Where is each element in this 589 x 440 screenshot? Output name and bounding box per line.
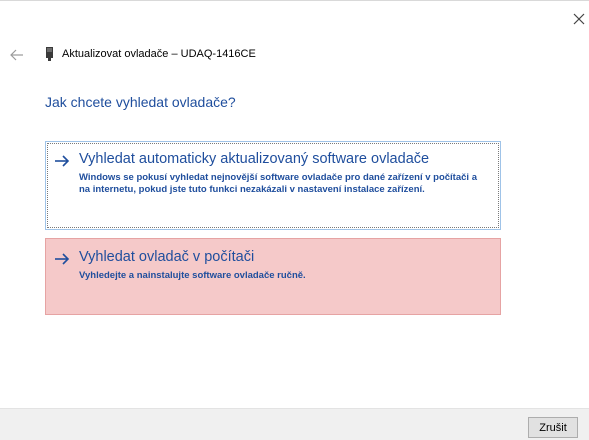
search-automatically-option[interactable]: Vyhledat automaticky aktualizovaný softw… bbox=[45, 141, 501, 230]
arrow-right-icon bbox=[54, 252, 70, 265]
window-title: Aktualizovat ovladače – UDAQ-1416CE bbox=[62, 48, 256, 60]
dialog-footer: Zrušit bbox=[0, 408, 589, 440]
arrow-right-icon bbox=[54, 154, 70, 167]
close-icon[interactable] bbox=[572, 12, 586, 26]
device-icon bbox=[46, 47, 53, 61]
option-title: Vyhledat automaticky aktualizovaný softw… bbox=[79, 151, 430, 167]
option-title: Vyhledat ovladač v počítači bbox=[79, 249, 255, 265]
back-arrow-icon[interactable] bbox=[10, 48, 24, 61]
update-driver-dialog: Aktualizovat ovladače – UDAQ-1416CE Jak … bbox=[0, 0, 589, 440]
browse-computer-option[interactable]: Vyhledat ovladač v počítači Vyhledejte a… bbox=[45, 238, 501, 315]
cancel-button[interactable]: Zrušit bbox=[528, 417, 578, 438]
window-title-row: Aktualizovat ovladače – UDAQ-1416CE bbox=[46, 45, 256, 63]
option-description: Windows se pokusí vyhledat nejnovější so… bbox=[79, 172, 477, 195]
option-description: Vyhledejte a nainstalujte software ovlad… bbox=[79, 270, 306, 281]
page-heading: Jak chcete vyhledat ovladače? bbox=[45, 94, 236, 110]
